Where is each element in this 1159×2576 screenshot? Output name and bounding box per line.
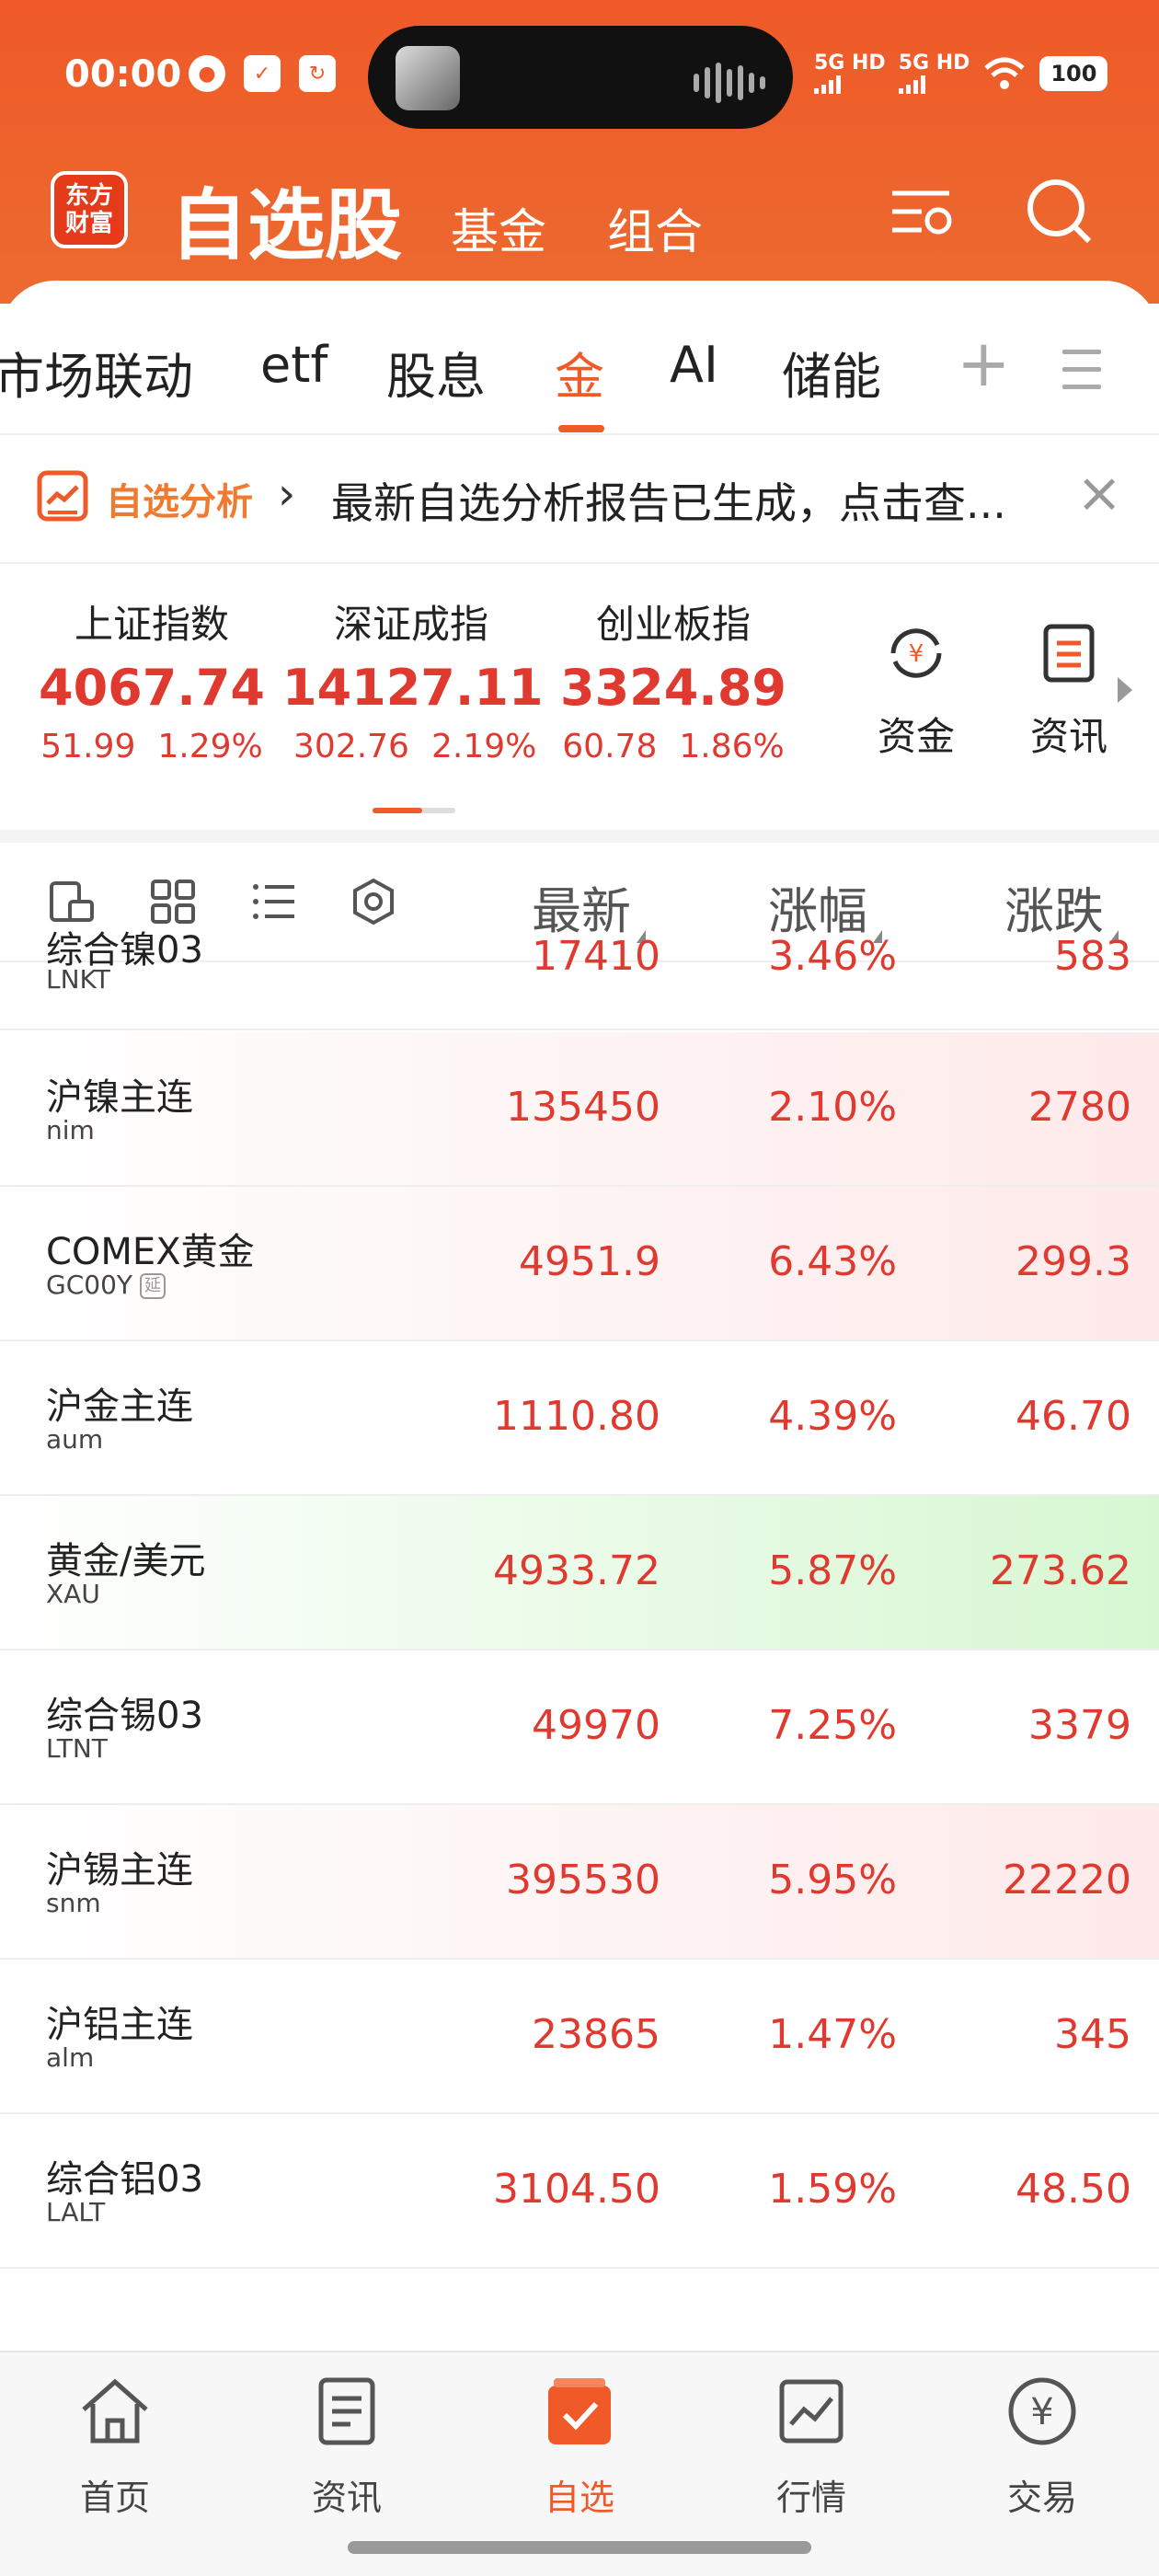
analysis-banner[interactable]: 自选分析 › 最新自选分析报告已生成，点击查... × [0,437,1159,564]
clipboard-icon: ✓ [244,55,281,92]
table-row[interactable]: 沪锡主连 snm 395530 5.95% 22220 [0,1805,1159,1960]
table-row[interactable]: 综合镍03 LNKT 17410 3.46% 583 [0,920,1159,1030]
audio-wave-icon [694,63,765,103]
table-row[interactable]: 黄金/美元 XAU 4933.72 5.87% 273.62 [0,1496,1159,1650]
search-icon[interactable] [1023,175,1096,248]
tab-portfolio[interactable]: 组合 [607,193,703,262]
nav-market[interactable]: 行情 [742,2373,880,2520]
banner-title: 自选分析 [106,481,253,523]
layout-switch-icon[interactable] [48,878,96,926]
nav-home[interactable]: 首页 [46,2373,184,2520]
scroll-right-icon[interactable] [1118,677,1132,703]
table-row[interactable]: 沪镍主连 nim 135450 2.10% 2780 [0,1032,1159,1187]
tab-ai[interactable]: AI [670,336,718,394]
svg-text:¥: ¥ [909,640,924,668]
tab-etf[interactable]: etf [260,336,327,394]
signal-icon [898,74,970,94]
capital-flow-icon: ¥ [890,628,942,678]
banner-text: 最新自选分析报告已生成，点击查... [331,478,1006,528]
trade-icon: ¥ [1008,2377,1076,2445]
table-row[interactable]: 综合锡03 LTNT 49970 7.25% 3379 [0,1650,1159,1805]
page-indicator [373,808,455,813]
nav-trade[interactable]: ¥ 交易 [973,2373,1111,2520]
tab-funds[interactable]: 基金 [451,193,546,262]
nav-watchlist[interactable]: 自选 [511,2373,648,2520]
delay-badge: 延 [139,1273,166,1299]
active-tab-indicator [558,425,604,432]
svg-text:¥: ¥ [1030,2391,1053,2433]
settings-icon[interactable] [350,878,397,926]
index-strip: 上证指数 4067.74 51.99 1.29% 深证成指 14127.11 30… [0,566,1159,833]
app-header: 东方 财富 自选股 基金 组合 [0,156,1159,285]
battery-indicator: 100 [1039,56,1108,91]
network-2: 5G HD [898,53,970,94]
tab-gold[interactable]: 金 [555,336,604,408]
nav-news[interactable]: 资讯 [278,2373,416,2520]
grid-view-icon[interactable] [149,878,197,926]
tab-dividend[interactable]: 股息 [386,336,486,408]
network-1: 5G HD [814,53,886,94]
wifi-icon [984,57,1026,89]
index-card[interactable]: 深证成指 14127.11 302.76 2.19% [282,593,544,765]
table-row[interactable]: 沪金主连 aum 1110.80 4.39% 46.70 [0,1341,1159,1496]
table-row[interactable]: 综合铝03 LALT 3104.50 1.59% 48.50 [0,2114,1159,2269]
index-card[interactable]: 上证指数 4067.74 51.99 1.29% [23,593,281,765]
app-logo: 东方 财富 [51,171,128,248]
fire-icon: ● [189,55,225,92]
dynamic-island [368,26,793,129]
close-icon[interactable]: × [1076,461,1122,525]
document-icon [1043,624,1095,683]
status-right: 5G HD 5G HD 100 [814,53,1108,94]
status-notification-icons: ● ✓ ↻ [189,55,336,92]
media-thumbnail [396,46,460,110]
capital-button[interactable]: ¥ 资金 [870,621,962,762]
sync-icon: ↻ [299,55,336,92]
table-row[interactable]: COMEX黄金 GC00Y 延 4951.9 6.43% 299.3 [0,1187,1159,1341]
index-card[interactable]: 创业板指 3324.89 60.78 1.86% [545,593,802,765]
table-row[interactable]: 沪铝主连 alm 23865 1.47% 345 [0,1960,1159,2114]
watchlist-icon [548,2378,611,2444]
add-group-icon[interactable]: + [957,331,1011,396]
chevron-right-icon: › [278,468,296,520]
status-bar: 00:00 ● ✓ ↻ 5G HD 5G HD 100 [0,0,1159,156]
news-icon [318,2377,375,2445]
news-button[interactable]: 资讯 [1023,621,1115,762]
signal-icon [814,74,886,94]
settings-menu-icon[interactable] [885,175,958,248]
tab-energy-storage[interactable]: 储能 [782,336,881,408]
divider [0,830,1159,843]
group-menu-icon[interactable] [1062,350,1101,402]
home-icon [82,2378,148,2444]
status-time: 00:00 [64,53,182,96]
home-indicator[interactable] [348,2541,811,2554]
list-view-icon[interactable] [250,878,298,926]
trend-chart-icon [37,470,88,522]
tab-watchlist-stocks[interactable]: 自选股 [170,164,402,275]
market-icon [779,2379,843,2444]
tab-market-linkage[interactable]: 市场联动 [0,336,193,408]
